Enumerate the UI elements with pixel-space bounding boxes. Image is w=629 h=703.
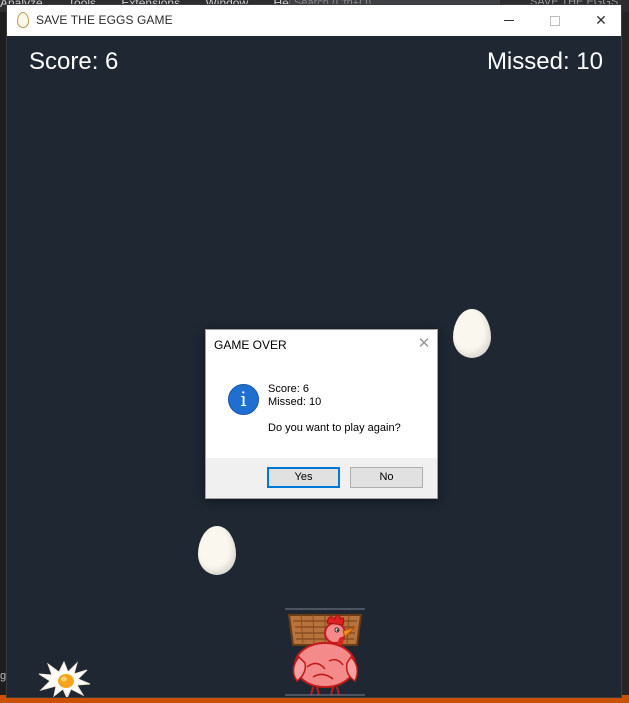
falling-egg	[453, 309, 491, 358]
missed-label: Missed: 10	[486, 48, 603, 75]
info-icon: i	[228, 384, 259, 415]
dialog-title: GAME OVER	[214, 338, 287, 352]
hen-basket-icon	[285, 608, 365, 696]
splat-icon	[38, 660, 91, 697]
dialog-question-text: Do you want to play again?	[268, 422, 401, 434]
minimize-button[interactable]	[486, 5, 532, 36]
window-title: SAVE THE EGGS GAME	[36, 13, 173, 27]
background-left-text: g	[0, 670, 7, 682]
window-titlebar[interactable]: SAVE THE EGGS GAME ✕	[7, 5, 621, 36]
falling-egg	[198, 526, 236, 575]
yes-button[interactable]: Yes	[267, 467, 340, 488]
maximize-button[interactable]	[532, 5, 578, 36]
background-side-panel	[621, 12, 629, 703]
minimize-icon	[504, 20, 514, 21]
score-label: Score: 6	[29, 48, 119, 75]
close-button[interactable]: ✕	[578, 5, 624, 36]
dialog-close-button[interactable]: ✕	[414, 334, 434, 354]
dialog-button-bar: Yes No	[206, 458, 437, 498]
game-canvas[interactable]: Score: 6 Missed: 10 GAME OVER ✕ i Score:…	[7, 36, 621, 697]
no-button[interactable]: No	[350, 467, 423, 488]
close-icon: ✕	[595, 12, 607, 28]
game-window: SAVE THE EGGS GAME ✕ Score: 6 Missed: 10	[7, 5, 621, 697]
dialog-score-text: Score: 6	[268, 383, 309, 395]
egg-icon	[17, 12, 29, 28]
maximize-icon	[550, 15, 560, 26]
game-over-dialog: GAME OVER ✕ i Score: 6 Missed: 10 Do you…	[205, 329, 438, 499]
dialog-missed-text: Missed: 10	[268, 396, 322, 408]
